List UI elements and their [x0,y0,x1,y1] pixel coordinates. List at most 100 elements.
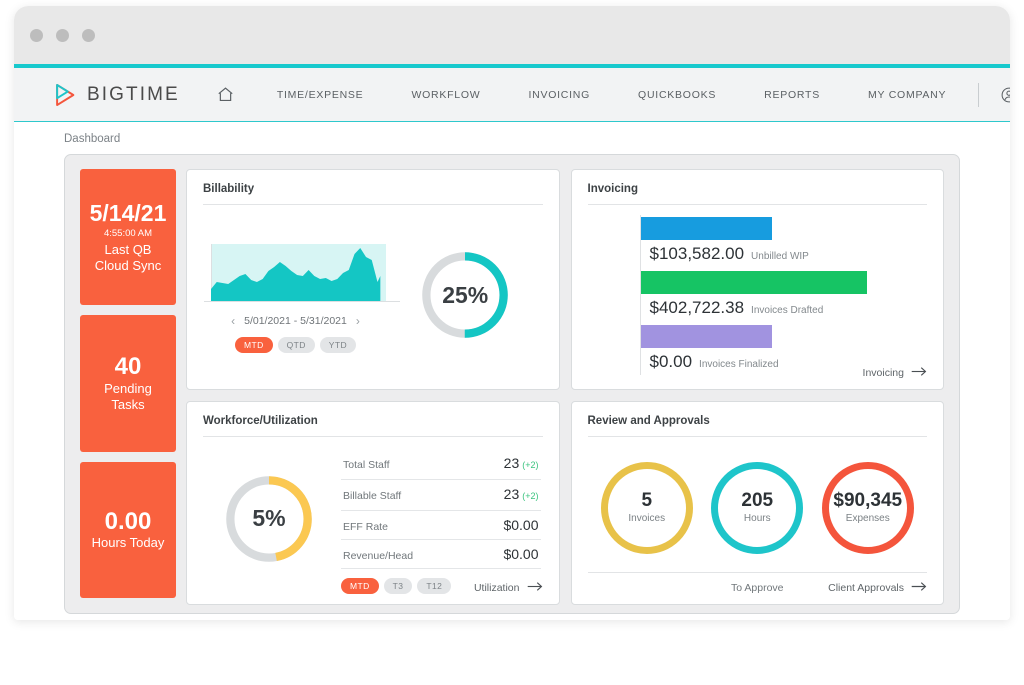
workforce-row-billable-staff: Billable Staff 23(+2) [341,480,541,511]
label-invoices-finalized: Invoices Finalized [699,359,778,370]
approvals-label-hours: Hours [744,513,771,524]
nav-divider [978,83,979,107]
pill-mtd[interactable]: MTD [235,337,273,353]
sparkline-x-axis [204,301,400,302]
dashboard-cards: Billability [186,169,944,598]
workforce-key-billable-staff: Billable Staff [343,490,401,502]
tile-hours-value: 0.00 [105,508,152,536]
billability-sparkline-section: ‹ 5/01/2021 - 5/31/2021 › MTD QTD YTD [203,211,388,379]
tile-sync-label-1: Last QB [105,242,152,258]
billability-date-nav: ‹ 5/01/2021 - 5/31/2021 › [231,314,360,328]
bigtime-logo-icon [52,82,78,108]
billability-percent: 25% [419,249,511,341]
billability-sparkline [203,244,388,302]
stat-tiles: 5/14/21 4:55:00 AM Last QB Cloud Sync 40… [80,169,176,598]
approvals-item-expenses[interactable]: $90,345 Expenses [822,462,914,554]
workforce-value-total-staff: 23 [504,455,520,471]
window-dot-red[interactable] [30,29,43,42]
workforce-gauge-section: 5% [203,443,335,594]
invoicing-y-axis [640,215,641,375]
tile-pending-tasks[interactable]: 40 Pending Tasks [80,315,176,451]
label-unbilled-wip: Unbilled WIP [751,251,809,262]
card-invoicing: Invoicing $103,582.00 Unbilled WIP [571,169,945,390]
window-titlebar [14,6,1010,64]
approvals-label-expenses: Expenses [846,513,890,524]
sparkline-area [211,244,388,302]
home-icon[interactable] [216,85,235,104]
tile-sync-time: 4:55:00 AM [104,228,152,239]
billability-donut: 25% [419,249,511,341]
amount-invoices-drafted: $402,722.38 [650,298,745,318]
nav-link-reports[interactable]: REPORTS [740,89,844,101]
invoicing-bar-chart: $103,582.00 Unbilled WIP $402,722.38 Inv… [588,211,928,379]
bar-unbilled-wip [640,217,772,240]
nav-link-quickbooks[interactable]: QUICKBOOKS [614,89,740,101]
bar-invoices-finalized [640,325,772,348]
workforce-row-total-staff: Total Staff 23(+2) [341,449,541,480]
billability-gauge-section: 25% [388,211,543,379]
utilization-link[interactable]: Utilization [474,581,544,595]
card-review-approvals: Review and Approvals 5 Invoices 205 [571,401,945,605]
card-billability: Billability [186,169,560,390]
workforce-key-eff-rate: EFF Rate [343,521,388,533]
card-approvals-title: Review and Approvals [588,415,928,437]
pill-mtd-workforce[interactable]: MTD [341,578,379,594]
card-invoicing-title: Invoicing [588,183,928,205]
pill-t12[interactable]: T12 [417,578,451,594]
nav-link-time-expense[interactable]: TIME/EXPENSE [253,89,388,101]
nav-link-invoicing[interactable]: INVOICING [504,89,614,101]
nav-icon-group [970,83,1010,107]
billability-period-pills: MTD QTD YTD [235,337,356,353]
utilization-donut: 5% [223,473,315,565]
brand-logo[interactable]: BIGTIME [52,82,180,108]
bar-invoices-drafted [640,271,867,294]
client-approvals-link[interactable]: Client Approvals [828,581,928,595]
approvals-item-invoices[interactable]: 5 Invoices [601,462,693,554]
dashboard-panel: 5/14/21 4:55:00 AM Last QB Cloud Sync 40… [64,154,960,614]
arrow-right-icon [527,581,544,595]
workforce-key-revenue-head: Revenue/Head [343,550,413,562]
approvals-value-expenses: $90,345 [833,491,902,512]
pill-ytd[interactable]: YTD [320,337,356,353]
amount-unbilled-wip: $103,582.00 [650,244,745,264]
card-workforce-title: Workforce/Utilization [203,415,543,437]
invoicing-row-invoices-drafted: $402,722.38 Invoices Drafted [640,271,928,324]
arrow-right-icon [911,366,928,380]
nav-link-my-company[interactable]: MY COMPANY [844,89,970,101]
arrow-right-icon [911,581,928,595]
utilization-percent: 5% [223,473,315,565]
approvals-label-invoices: Invoices [628,513,665,524]
workforce-delta-billable-staff: (+2) [522,491,538,501]
workforce-value-revenue-head: $0.00 [503,546,538,562]
nav-links: TIME/EXPENSE WORKFLOW INVOICING QUICKBOO… [253,89,970,101]
invoicing-link[interactable]: Invoicing [863,366,928,380]
workforce-value-eff-rate: $0.00 [503,517,538,533]
user-circle-icon[interactable] [1000,86,1010,104]
utilization-link-label: Utilization [474,582,520,594]
tile-pending-count: 40 [115,353,142,381]
tile-pending-label-1: Pending [104,381,152,397]
workforce-delta-total-staff: (+2) [522,460,538,470]
pill-qtd[interactable]: QTD [278,337,315,353]
chevron-right-icon[interactable]: › [356,314,360,328]
pill-t3[interactable]: T3 [384,578,413,594]
chevron-left-icon[interactable]: ‹ [231,314,235,328]
card-billability-title: Billability [203,183,543,205]
window-dot-green[interactable] [82,29,95,42]
brand-name: BIGTIME [87,84,180,106]
workforce-value-billable-staff: 23 [504,486,520,502]
billability-date-range: 5/01/2021 - 5/31/2021 [244,315,347,327]
approvals-value-hours: 205 [741,491,773,512]
approvals-circles: 5 Invoices 205 Hours $90,345 [588,443,928,570]
nav-link-workflow[interactable]: WORKFLOW [387,89,504,101]
top-navigation: BIGTIME TIME/EXPENSE WORKFLOW INVOICING … [14,68,1010,122]
tile-sync-date: 5/14/21 [90,200,167,226]
approvals-item-hours[interactable]: 205 Hours [711,462,803,554]
workforce-row-revenue-head: Revenue/Head $0.00 [341,540,541,569]
window-dot-yellow[interactable] [56,29,69,42]
breadcrumb: Dashboard [14,133,1010,154]
tile-hours-today[interactable]: 0.00 Hours Today [80,462,176,598]
tile-last-qb-sync[interactable]: 5/14/21 4:55:00 AM Last QB Cloud Sync [80,169,176,305]
tile-hours-label: Hours Today [92,535,165,551]
tile-pending-label-2: Tasks [111,397,144,413]
